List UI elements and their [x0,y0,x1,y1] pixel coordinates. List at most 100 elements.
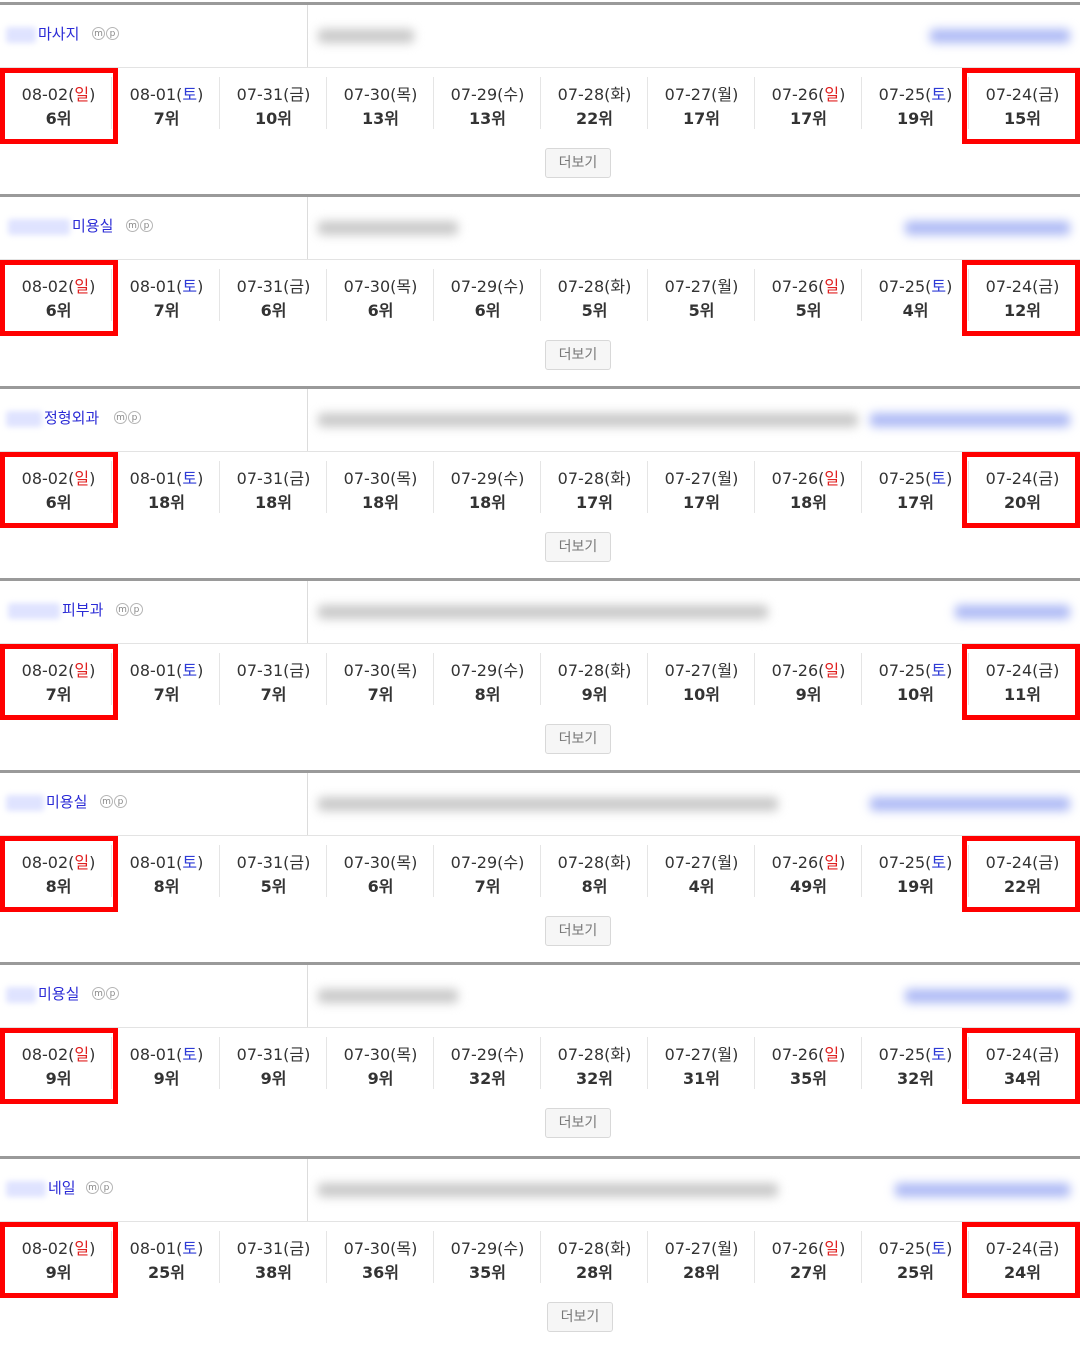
keyword-link[interactable]: 마사지 [38,23,79,44]
date-text: 07-28( [557,85,611,104]
pc-icon[interactable]: p [100,1181,113,1194]
rank-value: 17위 [790,109,827,128]
date-close: ) [946,469,953,488]
day-of-week: 수 [503,853,519,872]
keyword-link[interactable]: 네일 [48,1177,76,1198]
daily-rank-cell: 07-26(일) 5위 [755,259,862,337]
rank-value: 22위 [576,109,613,128]
keyword-cell: 마사지 m p [0,5,308,67]
mobile-icon[interactable]: m [86,1181,99,1194]
rank-value: 18위 [148,493,185,512]
more-button[interactable]: 더보기 [545,916,611,946]
rank-value: 6위 [260,301,287,320]
day-of-week: 토 [182,85,198,104]
pc-icon[interactable]: p [128,411,141,424]
pc-icon[interactable]: p [114,795,127,808]
daily-rank-cell: 07-31(금) 7위 [220,643,327,721]
rank-value: 5위 [581,301,608,320]
daily-rank-cell: 07-25(토) 10위 [862,643,969,721]
date-text: 07-30( [343,1239,397,1258]
keyword-link[interactable]: 피부과 [62,599,103,620]
rank-date: 07-26(일) [755,657,862,681]
more-button[interactable]: 더보기 [545,340,611,370]
rank-value: 17위 [683,109,720,128]
redacted-place-name [870,797,1070,811]
day-of-week: 화 [610,1239,626,1258]
daily-rank-cell: 07-29(수) 18위 [434,451,541,529]
daily-rank-cell: 07-28(화) 5위 [541,259,648,337]
keyword-cell: 미용실 m p [0,773,308,835]
more-button[interactable]: 더보기 [545,148,611,178]
day-of-week: 토 [931,1239,947,1258]
highlight-box-latest [0,836,118,912]
date-close: ) [839,277,846,296]
rank-date: 07-28(화) [541,849,648,873]
keyword-link[interactable]: 미용실 [72,215,113,236]
rank-value: 19위 [897,109,934,128]
mobile-icon[interactable]: m [116,603,129,616]
date-text: 07-29( [450,1239,504,1258]
day-of-week: 화 [610,661,626,680]
keyword-link[interactable]: 미용실 [38,983,79,1004]
pc-icon[interactable]: p [130,603,143,616]
rank-value: 28위 [683,1263,720,1282]
rank-date: 07-29(수) [434,81,541,105]
daily-rank-cell: 07-25(토) 32위 [862,1027,969,1105]
keyword-link[interactable]: 미용실 [46,791,87,812]
rank-date: 07-29(수) [434,849,541,873]
daily-rank-cell: 07-25(토) 17위 [862,451,969,529]
rank-value: 17위 [576,493,613,512]
pc-icon[interactable]: p [106,987,119,1000]
mobile-icon[interactable]: m [114,411,127,424]
day-of-week: 토 [182,1045,198,1064]
date-text: 07-26( [771,85,825,104]
day-of-week: 목 [396,85,412,104]
rank-date: 07-25(토) [862,657,969,681]
day-of-week: 금 [289,85,305,104]
keyword-link[interactable]: 정형외과 [44,407,99,428]
redacted-keyword-prefix [8,603,60,619]
daily-rank-cell: 07-28(화) 28위 [541,1221,648,1299]
more-button[interactable]: 더보기 [545,724,611,754]
daily-rank-row: 08-02(일) 8위 08-01(토) 8위 07-31(금) 5위 07-30(목) 6위… [0,835,1080,913]
mobile-icon[interactable]: m [100,795,113,808]
redacted-place-url [318,605,768,619]
date-text: 08-01( [129,277,183,296]
mobile-icon[interactable]: m [92,987,105,1000]
rank-date: 07-26(일) [755,273,862,297]
date-close: ) [946,85,953,104]
date-close: ) [518,1045,525,1064]
daily-rank-cell: 08-01(토) 8위 [113,835,220,913]
daily-rank-cell: 07-29(수) 6위 [434,259,541,337]
more-button[interactable]: 더보기 [545,1108,611,1138]
date-text: 07-28( [557,277,611,296]
daily-rank-cell: 07-27(월) 17위 [648,67,755,145]
date-close: ) [197,1239,204,1258]
more-button[interactable]: 더보기 [547,1302,613,1332]
highlight-box-latest [0,644,118,720]
pc-icon[interactable]: p [106,27,119,40]
date-text: 07-31( [236,853,290,872]
mobile-icon[interactable]: m [126,219,139,232]
date-text: 07-25( [878,469,932,488]
rank-value: 7위 [153,685,180,704]
keyword-rank-block: 정형외과 m p 08-02(일) 6위 08-01(토) 18위 07-31(금) 18위 07… [0,386,1080,578]
date-text: 07-31( [236,1239,290,1258]
daily-rank-cell: 07-25(토) 25위 [862,1221,969,1299]
redacted-keyword-prefix [8,219,70,235]
daily-rank-cell: 07-31(금) 38위 [220,1221,327,1299]
keyword-rank-block: 미용실 m p 08-02(일) 9위 08-01(토) 9위 07-31(금) 9위 07-30… [0,962,1080,1154]
day-of-week: 일 [824,1239,840,1258]
mobile-icon[interactable]: m [92,27,105,40]
date-close: ) [732,469,739,488]
day-of-week: 화 [610,85,626,104]
pc-icon[interactable]: p [140,219,153,232]
highlight-box-latest [0,260,118,336]
date-close: ) [197,1045,204,1064]
more-button[interactable]: 더보기 [545,532,611,562]
daily-rank-cell: 07-27(월) 17위 [648,451,755,529]
date-text: 07-25( [878,85,932,104]
date-close: ) [625,277,632,296]
date-text: 07-31( [236,85,290,104]
rank-value: 36위 [362,1263,399,1282]
